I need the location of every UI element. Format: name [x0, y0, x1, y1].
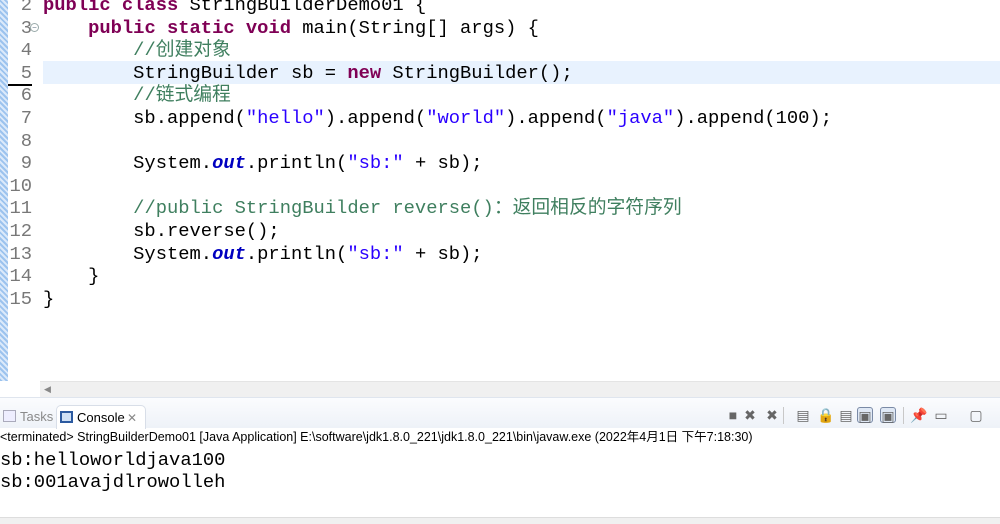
line-number: 5	[20, 61, 32, 84]
show-on-stderr-icon[interactable]: ▣	[880, 407, 896, 424]
line-number: 10	[9, 174, 32, 197]
launch-status: <terminated> StringBuilderDemo01 [Java A…	[0, 430, 753, 444]
line-number: 2	[20, 0, 32, 16]
overview-ruler	[0, 0, 8, 381]
code-line[interactable]: //创建对象	[43, 39, 231, 62]
code-token: StringBuilder sb =	[43, 61, 348, 84]
pin-console-icon[interactable]: 📌	[910, 407, 927, 423]
show-on-stdout-icon[interactable]: ▣	[857, 407, 873, 424]
scroll-lock-icon[interactable]: 🔒	[817, 407, 834, 423]
code-line[interactable]: StringBuilder sb = new StringBuilder();	[43, 62, 573, 85]
code-token: "sb:"	[347, 152, 404, 175]
console-view: Tasks Console ✕ ■ ✖ ✖ ▤ 🔒 ▤ ▣ ▣ 📌 ▭ ▢ <terminated>…	[0, 397, 1000, 524]
open-console-icon[interactable]: ▢	[968, 407, 984, 423]
line-number: 13	[9, 242, 32, 265]
code-line[interactable]: System.out.println("sb:" + sb);	[43, 242, 483, 266]
close-icon[interactable]: ✕	[127, 406, 137, 430]
code-line[interactable]: }	[43, 288, 54, 311]
view-tab-bar: Tasks Console ✕ ■ ✖ ✖ ▤ 🔒 ▤ ▣ ▣ 📌 ▭ ▢	[0, 397, 1000, 429]
code-line[interactable]: //链式编程	[43, 84, 231, 107]
code-token: ).append(100);	[674, 107, 832, 129]
code-token: StringBuilder();	[381, 61, 573, 84]
console-output-line: sb:001avajdlrowolleh	[0, 471, 226, 493]
tab-tasks[interactable]: Tasks	[0, 405, 53, 429]
tab-label: Console	[77, 410, 125, 425]
code-token: System.	[43, 242, 213, 265]
code-line[interactable]: //public StringBuilder reverse()：返回相反的字符…	[43, 197, 682, 220]
code-token: ).append(	[505, 107, 607, 129]
line-number: 12	[9, 220, 32, 242]
line-number: 4	[20, 39, 32, 62]
code-token: }	[43, 287, 55, 310]
console-output-line: sb:helloworldjava100	[0, 449, 226, 471]
code-editor[interactable]: 2 3 4 5 6 7 8 9 10 11 12 13 14 15 public class String…	[0, 0, 1000, 381]
code-line[interactable]: public class StringBuilderDemo01 {	[43, 0, 426, 17]
code-line[interactable]: public static void main(String[] args) {	[43, 17, 539, 40]
code-token: ).append(	[324, 107, 427, 129]
word-wrap-icon[interactable]: ▤	[838, 407, 854, 423]
code-token: sb.reverse();	[43, 220, 280, 242]
remove-launch-icon[interactable]: ✖	[742, 407, 758, 423]
code-line[interactable]: }	[43, 265, 99, 288]
code-token: main(String[] args) {	[302, 16, 539, 39]
line-number: 7	[20, 107, 32, 129]
code-token: "world"	[426, 107, 506, 129]
display-console-icon[interactable]: ▭	[933, 407, 949, 423]
line-number: 11	[9, 197, 32, 220]
line-number: 6	[20, 84, 32, 107]
terminate-icon[interactable]: ■	[725, 407, 741, 423]
code-token: "hello"	[245, 107, 325, 129]
remove-all-terminated-icon[interactable]: ✖	[764, 407, 780, 423]
code-token: new	[347, 61, 382, 84]
line-number: 15	[9, 287, 32, 310]
code-token: "sb:"	[347, 242, 404, 265]
line-number: 9	[20, 152, 32, 175]
code-token: out	[212, 152, 246, 175]
code-token: .println(	[245, 152, 348, 175]
fold-collapse-icon[interactable]: −	[30, 23, 39, 32]
tab-console[interactable]: Console ✕	[56, 405, 146, 429]
tab-label: Tasks	[20, 409, 54, 424]
code-token: //public StringBuilder reverse()：返回相反的字符…	[133, 197, 682, 220]
horizontal-scrollbar[interactable]: ◀	[40, 381, 1000, 397]
code-token: .println(	[245, 242, 348, 265]
code-token: //链式编程	[133, 84, 231, 107]
line-number: 8	[20, 129, 32, 152]
code-token: System.	[43, 152, 213, 175]
code-token: sb.append(	[43, 107, 246, 129]
code-token: "java"	[606, 107, 675, 129]
toolbar-separator	[903, 407, 904, 424]
code-token: StringBuilderDemo01 {	[189, 0, 427, 16]
code-token: public static void	[88, 16, 303, 39]
code-token: out	[212, 242, 246, 265]
code-token: public class	[43, 0, 190, 16]
code-line[interactable]: sb.reverse();	[43, 220, 280, 243]
clear-console-icon[interactable]: ▤	[795, 407, 811, 423]
toolbar-separator	[783, 407, 784, 424]
code-line[interactable]: sb.append("hello").append("world").appen…	[43, 107, 832, 130]
code-token: + sb);	[403, 242, 483, 265]
code-token: }	[43, 265, 100, 288]
current-line-marker	[8, 84, 32, 86]
console-icon	[60, 411, 73, 423]
line-number-gutter: 2 3 4 5 6 7 8 9 10 11 12 13 14 15	[8, 0, 40, 381]
line-number: 14	[9, 265, 32, 288]
tasks-icon	[3, 410, 16, 422]
status-bar	[0, 517, 1000, 524]
scroll-left-icon[interactable]: ◀	[44, 384, 51, 395]
code-token: //创建对象	[133, 39, 231, 62]
code-token: + sb);	[403, 152, 483, 175]
code-line[interactable]: System.out.println("sb:" + sb);	[43, 152, 483, 175]
